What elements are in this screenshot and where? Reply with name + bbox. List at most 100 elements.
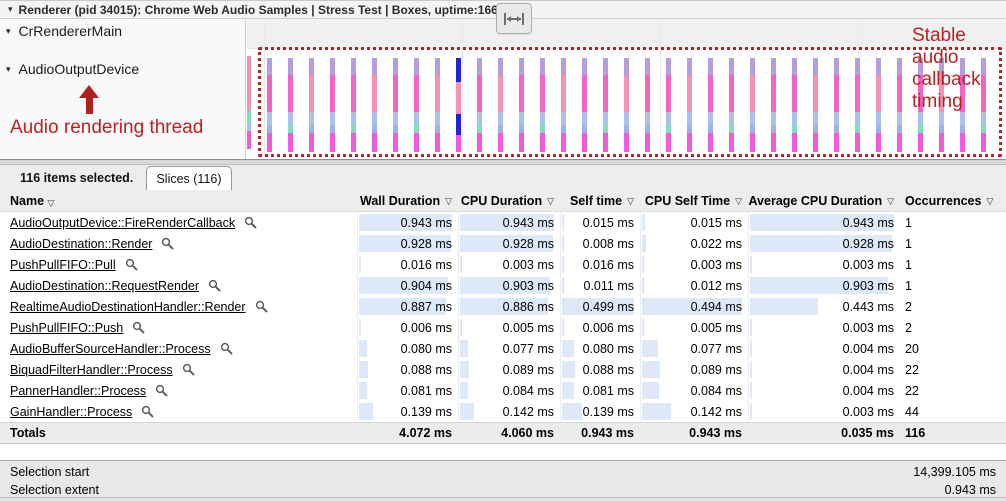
value-bar [562,256,564,273]
value-bar [562,319,564,336]
trace-track-area[interactable]: Stable audio callback timing [247,19,1006,159]
table-row[interactable]: RealtimeAudioDestinationHandler::Render 0… [0,296,1006,317]
slice-name-link[interactable]: AudioDestination::Render [10,237,152,251]
magnifier-icon[interactable] [244,216,257,229]
value-cell-cpu_self: 0.077 ms [640,338,748,359]
value-cell-self: 0.016 ms [560,254,640,275]
column-header-occurrences[interactable]: Occurrences▽ [900,194,1006,208]
table-row[interactable]: PushPullFIFO::Pull 0.016 ms0.003 ms0.016 … [0,254,1006,275]
slice-name-link[interactable]: PushPullFIFO::Pull [10,258,116,272]
thread-collapse-icon[interactable]: ▾ [6,64,11,75]
slice-name-link[interactable]: PushPullFIFO::Push [10,321,123,335]
value-bar [642,403,671,420]
column-header-cpu-duration[interactable]: CPU Duration▽ [458,194,560,208]
slice-name-link[interactable]: AudioOutputDevice::FireRenderCallback [10,216,235,230]
value-cell-avg_cpu: 0.004 ms [748,380,900,401]
value-bar [642,382,659,399]
tab-slices[interactable]: Slices (116) [146,166,232,190]
trace-slice-bar[interactable] [247,56,251,149]
thread-name-panel: ▾ CrRendererMain ▾ AudioOutputDevice Aud… [0,19,246,159]
timing-select-tool-button[interactable] [496,3,532,34]
value-bar [750,403,752,420]
slice-name-cell: PannerHandler::Process [0,384,357,398]
value-cell-self: 0.011 ms [560,275,640,296]
slice-name-link[interactable]: AudioDestination::RequestRender [10,279,199,293]
tracing-window: ▾ Renderer (pid 34015): Chrome Web Audio… [0,0,1006,501]
slice-name-link[interactable]: RealtimeAudioDestinationHandler::Render [10,300,246,314]
column-header-self-time[interactable]: Self time▽ [560,194,640,208]
slice-name-cell: RealtimeAudioDestinationHandler::Render [0,300,357,314]
value-bar [750,256,752,273]
table-row[interactable]: AudioOutputDevice::FireRenderCallback 0.9… [0,212,1006,233]
slice-table: Name ▽ Wall Duration▽ CPU Duration▽ Self… [0,190,1006,444]
slice-name-link[interactable]: AudioBufferSourceHandler::Process [10,342,211,356]
sort-icon[interactable]: ▽ [986,196,993,207]
value-bar [750,340,752,357]
sort-icon[interactable]: ▽ [627,196,634,207]
value-cell-occ: 22 [900,380,1006,401]
slice-table-header: Name ▽ Wall Duration▽ CPU Duration▽ Self… [0,190,1006,212]
column-header-name[interactable]: Name ▽ [0,194,357,208]
table-totals-row: Totals4.072 ms4.060 ms0.943 ms0.943 ms0.… [0,422,1006,444]
slice-name-link[interactable]: BiquadFilterHandler::Process [10,363,173,377]
magnifier-icon[interactable] [161,237,174,250]
value-bar [460,361,469,378]
sort-icon[interactable]: ▽ [735,196,742,207]
value-cell-self: 0.006 ms [560,317,640,338]
value-cell-cpu: 0.003 ms [458,254,560,275]
value-cell-occ: 44 [900,401,1006,422]
value-cell-cpu: 0.943 ms [458,212,560,233]
crrenderermain-track[interactable] [247,19,1006,49]
sort-icon[interactable]: ▽ [887,196,894,207]
table-row[interactable]: GainHandler::Process0.139 ms0.142 ms0.13… [0,401,1006,422]
sort-icon[interactable]: ▽ [547,196,554,207]
value-cell-avg_cpu: 0.004 ms [748,359,900,380]
value-cell-wall: 0.016 ms [357,254,458,275]
magnifier-icon[interactable] [255,300,268,313]
table-row[interactable]: PannerHandler::Process0.081 ms0.084 ms0.… [0,380,1006,401]
column-header-cpu-self-time[interactable]: CPU Self Time▽ [640,194,748,208]
table-row[interactable]: PushPullFIFO::Push0.006 ms0.005 ms0.006 … [0,317,1006,338]
value-bar [562,403,582,420]
value-bar [562,235,564,252]
magnifier-icon[interactable] [155,384,168,397]
value-cell-cpu: 4.060 ms [458,423,560,444]
selection-info-panel: Selection start14,399.105 msSelection ex… [0,460,1006,498]
magnifier-icon[interactable] [208,279,221,292]
thread-collapse-icon[interactable]: ▾ [6,26,11,37]
sort-icon[interactable]: ▽ [445,196,452,207]
table-row[interactable]: AudioDestination::RequestRender0.904 ms0… [0,275,1006,296]
value-cell-wall: 0.139 ms [357,401,458,422]
value-bar [460,319,462,336]
value-bar [642,214,645,231]
thread-row-crrenderermain[interactable]: ▾ CrRendererMain [6,23,122,39]
slice-name-cell: AudioOutputDevice::FireRenderCallback [0,216,357,230]
table-row[interactable]: AudioBufferSourceHandler::Process0.080 m… [0,338,1006,359]
value-cell-avg_cpu: 0.003 ms [748,317,900,338]
timeline-region: ▾ CrRendererMain ▾ AudioOutputDevice Aud… [0,19,1006,159]
magnifier-icon[interactable] [132,321,145,334]
slice-name-link[interactable]: GainHandler::Process [10,405,132,419]
column-header-average-cpu-duration[interactable]: Average CPU Duration▽ [748,194,900,208]
process-title: Renderer (pid 34015): Chrome Web Audio S… [19,3,512,17]
value-cell-occ: 116 [900,423,1006,444]
sort-icon[interactable]: ▽ [48,198,55,208]
value-cell-wall: 0.006 ms [357,317,458,338]
thread-row-audiooutputdevice[interactable]: ▾ AudioOutputDevice [6,61,139,77]
value-bar [359,403,373,420]
value-bar [642,256,644,273]
magnifier-icon[interactable] [182,363,195,376]
selection-label: Selection extent [10,483,99,497]
selection-value: 0.943 ms [945,483,996,497]
fit-width-icon [503,12,525,26]
magnifier-icon[interactable] [141,405,154,418]
table-row[interactable]: BiquadFilterHandler::Process0.088 ms0.08… [0,359,1006,380]
value-cell-cpu: 0.077 ms [458,338,560,359]
collapse-arrow-icon[interactable]: ▾ [8,4,13,15]
value-cell-self: 0.499 ms [560,296,640,317]
column-header-wall-duration[interactable]: Wall Duration▽ [357,194,458,208]
magnifier-icon[interactable] [220,342,233,355]
slice-name-link[interactable]: PannerHandler::Process [10,384,146,398]
magnifier-icon[interactable] [125,258,138,271]
table-row[interactable]: AudioDestination::Render0.928 ms0.928 ms… [0,233,1006,254]
